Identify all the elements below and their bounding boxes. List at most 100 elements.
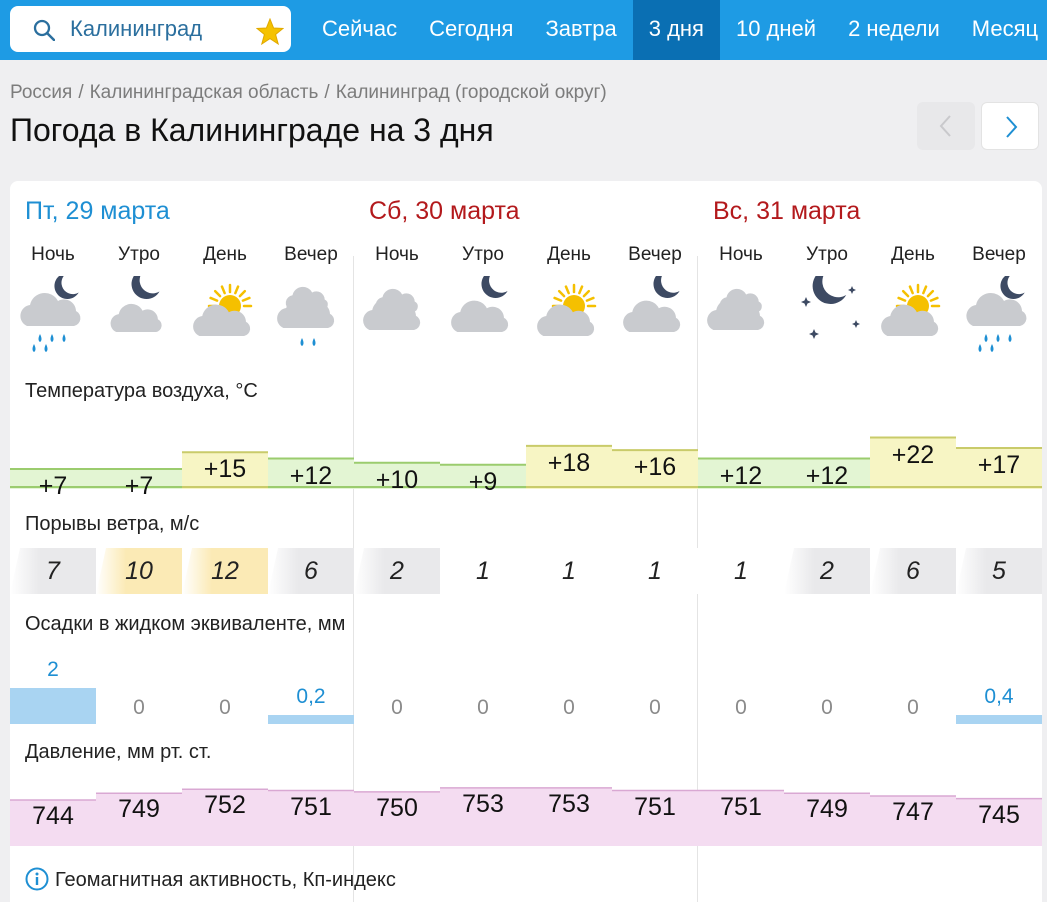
precipitation-value: 0,2 — [296, 685, 326, 708]
tab-3[interactable]: Завтра — [529, 0, 632, 60]
pressure-value: 749 — [806, 795, 848, 824]
prev-arrow-button[interactable] — [917, 102, 975, 150]
precipitation-value: 0 — [821, 696, 833, 719]
day-heading-1: Пт, 29 марта — [25, 197, 170, 225]
pressure-value: 747 — [892, 797, 934, 826]
temperature-value: +12 — [805, 461, 849, 490]
temperature-value: +10 — [375, 465, 419, 494]
geomagnetic-row[interactable]: Геомагнитная активность, Кп-индекс — [25, 867, 396, 892]
time-of-day-label: Вечер — [628, 244, 682, 265]
time-of-day-label: День — [547, 244, 591, 265]
tab-2[interactable]: Сегодня — [413, 0, 529, 60]
gust-value: 6 — [304, 557, 318, 585]
sun-cloud-icon — [881, 283, 941, 336]
cloud-moon-icon — [451, 276, 509, 332]
city-search[interactable]: Калининград — [10, 6, 291, 52]
search-icon — [33, 19, 55, 41]
breadcrumb-link[interactable]: Россия — [10, 82, 72, 103]
pressure-value: 753 — [462, 789, 504, 818]
time-of-day-label: Утро — [462, 244, 504, 265]
time-of-day-label: Вечер — [972, 244, 1026, 265]
geomagnetic-label: Геомагнитная активность, Кп-индекс — [55, 869, 396, 891]
period-tabs: Сейчас Сегодня Завтра 3 дня 10 дней 2 недели М… — [306, 0, 1047, 60]
gust-value: 1 — [562, 557, 576, 585]
tab-5[interactable]: 10 дней — [720, 0, 832, 60]
tab-7[interactable]: Месяц — [956, 0, 1047, 60]
pressure-value: 749 — [118, 795, 160, 824]
temperature-value: +17 — [977, 451, 1021, 479]
tab-1[interactable]: Сейчас — [306, 0, 413, 60]
sun-cloud-icon — [193, 283, 253, 336]
chevron-left-icon — [939, 115, 951, 137]
gust-value: 5 — [992, 557, 1006, 585]
moon-cloud-icon — [110, 276, 162, 332]
time-of-day-label: День — [891, 244, 935, 265]
pressure-value: 753 — [548, 789, 590, 818]
page-title: Погода в Калининграде на 3 дня — [10, 112, 494, 148]
gust-value: 10 — [125, 557, 153, 585]
temperature-value: +18 — [547, 448, 591, 477]
info-icon — [25, 867, 49, 891]
temperature-value: +22 — [891, 440, 935, 469]
pressure-label: Давление, мм рт. ст. — [25, 741, 212, 763]
temperature-value: +7 — [124, 472, 154, 500]
temperature-value: +12 — [289, 461, 333, 490]
favorite-star-icon[interactable] — [256, 18, 284, 46]
pressure-value: 745 — [978, 800, 1020, 829]
pressure-value: 744 — [32, 802, 74, 830]
breadcrumb-link[interactable]: Калининград (городской округ) — [336, 82, 607, 103]
precipitation-label: Осадки в жидком эквиваленте, мм — [25, 613, 346, 635]
cloudy-icon — [707, 288, 765, 330]
gust-value: 1 — [648, 557, 662, 585]
precipitation-value: 0 — [391, 696, 403, 719]
time-of-day-label: Ночь — [31, 244, 75, 265]
cloud-moon-rain-icon — [20, 276, 81, 352]
cloud-moon-rain-icon — [966, 276, 1027, 352]
tab-6[interactable]: 2 недели — [832, 0, 956, 60]
pressure-value: 752 — [204, 791, 246, 820]
gust-value: 12 — [211, 557, 239, 585]
gust-value: 2 — [820, 557, 834, 585]
sun-cloud-icon — [537, 283, 597, 336]
gust-value: 1 — [734, 557, 748, 585]
forecast-card: Пт, 29 марта Сб, 30 марта Вс, 31 марта Н… — [10, 181, 1042, 902]
time-of-day-label: Утро — [806, 244, 848, 265]
precipitation-value: 2 — [47, 658, 59, 681]
pressure-value: 751 — [720, 792, 762, 821]
gust-value: 2 — [390, 557, 404, 585]
time-of-day-label: Утро — [118, 244, 160, 265]
search-input-value[interactable]: Калининград — [70, 6, 202, 52]
temperature-value: +15 — [203, 455, 247, 484]
temperature-value: +7 — [38, 472, 68, 500]
chevron-right-icon — [1006, 116, 1018, 138]
breadcrumb-link[interactable]: Калининградская область — [90, 82, 319, 103]
day-heading-3: Вс, 31 марта — [713, 197, 861, 225]
precipitation-value: 0 — [735, 696, 747, 719]
top-nav-bar: Калининград Сейчас Сегодня Завтра 3 дня 10 д… — [0, 0, 1047, 60]
precipitation-value: 0,4 — [984, 685, 1014, 708]
precipitation-value: 0 — [219, 696, 231, 719]
precipitation-bar — [268, 715, 354, 724]
time-of-day-label: Ночь — [719, 244, 763, 265]
gust-value: 6 — [906, 557, 920, 585]
gust-value: 1 — [476, 557, 490, 585]
day-heading-2: Сб, 30 марта — [369, 197, 520, 225]
temperature-value: +16 — [633, 453, 677, 482]
precipitation-bar — [10, 688, 96, 724]
breadcrumb-separator: / — [324, 82, 330, 103]
tab-4[interactable]: 3 дня — [632, 0, 720, 60]
moon-stars-icon — [801, 276, 860, 339]
time-of-day-label: Вечер — [284, 244, 338, 265]
precipitation-value: 0 — [133, 696, 145, 719]
breadcrumb-separator: / — [78, 82, 84, 103]
cloudy-icon — [363, 288, 421, 330]
precipitation-value: 0 — [907, 696, 919, 719]
next-arrow-button[interactable] — [981, 102, 1039, 150]
time-of-day-label: День — [203, 244, 247, 265]
pressure-value: 750 — [376, 793, 418, 822]
cloud-moon-icon — [623, 276, 681, 332]
temperature-label: Температура воздуха, °С — [25, 380, 258, 402]
time-of-day-label: Ночь — [375, 244, 419, 265]
pressure-value: 751 — [634, 792, 676, 821]
gusts-label: Порывы ветра, м/с — [25, 513, 200, 535]
